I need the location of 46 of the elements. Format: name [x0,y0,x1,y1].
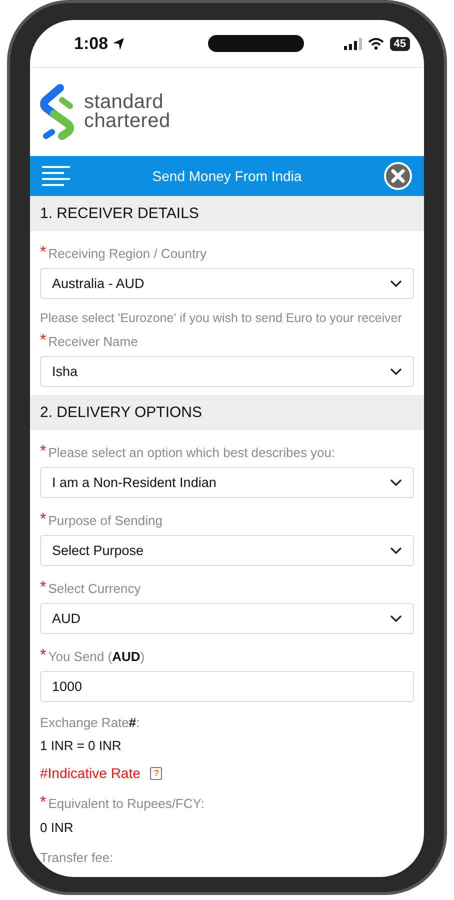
menu-button[interactable] [42,165,70,187]
brand-name: standard [84,93,164,112]
select-field[interactable]: Isha [40,356,414,387]
signal-icon [344,38,362,50]
field-label: Exchange Rate#: [40,715,140,730]
value-text: 0 INR [40,819,74,837]
hint-text: Please select 'Eurozone' if you wish to send Euro to your receiver [40,310,403,327]
close-button[interactable] [384,162,412,190]
brand-name: chartered [84,112,170,131]
required-mark: * [40,511,46,529]
battery-level: 45 [390,36,410,50]
required-mark: * [40,794,46,812]
field-label: Transfer fee: [40,850,114,865]
select-field[interactable]: Australia - AUD [40,268,414,299]
chevron-down-icon [390,614,402,622]
chevron-down-icon [390,368,402,376]
select-field[interactable]: Select Purpose [40,535,414,566]
select-field[interactable]: I am a Non-Resident Indian [40,467,414,498]
section-header: 2. DELIVERY OPTIONS [30,395,424,430]
field-label: Receiver Name [48,334,138,348]
field-label: Receiving Region / Country [48,246,206,260]
close-icon [384,162,412,190]
section-header: 1. RECEIVER DETAILS [30,196,424,231]
field-label: Please select an option which best describes you: [48,444,336,460]
required-mark: * [40,579,46,597]
select-field[interactable]: AUD [40,603,414,634]
required-mark: * [40,332,46,350]
required-mark: * [40,244,46,262]
field-label: Purpose of Sending [48,512,162,528]
required-mark: * [40,647,46,665]
value-text: 1 INR = 0 INR [40,737,122,755]
rate-notice: #Indicative Rate [40,765,140,781]
input-field[interactable]: 1000 [40,671,414,702]
field-label: Select Currency [48,580,141,596]
field-label: You Send (AUD) [48,648,145,664]
menu-icon [42,165,70,187]
status-time: 1:08 [74,34,108,54]
page-title: Send Money From India [151,168,303,184]
location-arrow-icon [112,36,126,50]
field-label: Equivalent to Rupees/FCY: [48,796,204,810]
chevron-down-icon [390,546,402,554]
wifi-icon [368,38,384,50]
chevron-down-icon [390,478,402,486]
chevron-down-icon [390,280,402,288]
logo-mark-icon [40,84,76,140]
required-mark: * [40,443,46,461]
